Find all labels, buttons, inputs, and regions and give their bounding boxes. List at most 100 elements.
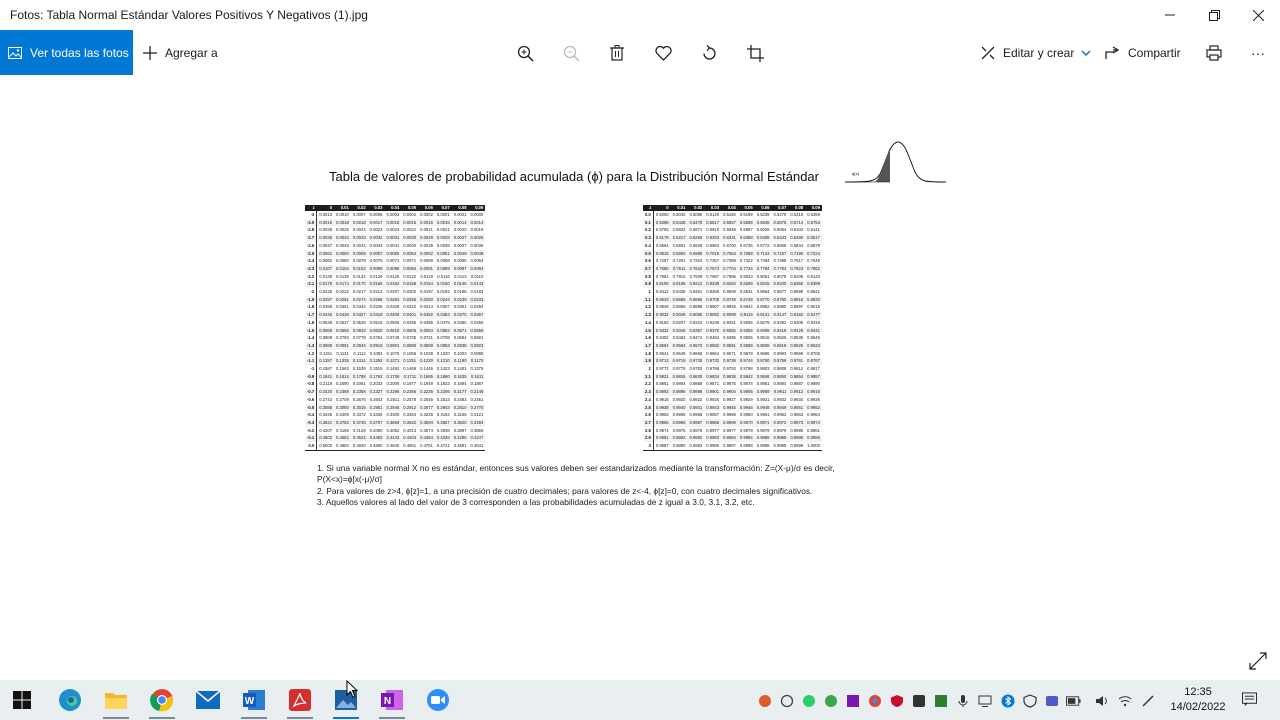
bluetooth-icon[interactable] bbox=[1000, 693, 1015, 708]
onenote-tray-icon[interactable] bbox=[845, 693, 860, 708]
onenote-icon[interactable]: N bbox=[379, 687, 405, 713]
zoom-in-button[interactable] bbox=[513, 41, 537, 65]
probability-cell: 0.4840 bbox=[384, 442, 402, 451]
table-row: -0.9 0.1841 0.1814 0.1788 0.1762 0.1736 0.1711… bbox=[305, 372, 486, 381]
probability-cell: 0.9808 bbox=[773, 366, 787, 372]
probability-cell: 0.9599 bbox=[737, 341, 755, 350]
mcafee-icon[interactable] bbox=[889, 693, 904, 708]
probability-cell: 0.8485 bbox=[706, 289, 720, 295]
probability-cell: 0.0985 bbox=[470, 350, 484, 356]
probability-cell: 0.9750 bbox=[754, 357, 772, 366]
chrome-tray-icon[interactable] bbox=[867, 693, 882, 708]
table-row: -2.7 0.0035 0.0034 0.0033 0.0032 0.0031 0.0030… bbox=[305, 234, 486, 242]
probability-cell: 0.1515 bbox=[369, 366, 383, 372]
table-row: 2.8 0.9974 0.9975 0.9976 0.9977 0.9977 0.9978 0… bbox=[643, 426, 822, 435]
probability-cell: 0.4641 bbox=[468, 442, 486, 451]
probability-cell: 0.6772 bbox=[756, 242, 770, 248]
z-value-cell: 0.2 bbox=[643, 226, 654, 235]
probability-cell: 0.9177 bbox=[805, 311, 822, 319]
z-value-cell: 1.4 bbox=[643, 318, 654, 327]
delete-button[interactable] bbox=[605, 41, 629, 65]
probability-cell: 0.9842 bbox=[737, 372, 755, 381]
probability-cell: 0.9945 bbox=[721, 403, 738, 412]
view-all-photos-button[interactable]: Ver todas las fotos bbox=[0, 30, 133, 75]
taskbar-clock[interactable]: 12:35 14/02/2022 bbox=[1160, 685, 1236, 715]
mail-icon[interactable] bbox=[195, 687, 221, 713]
probability-cell: 0.9957 bbox=[706, 412, 720, 418]
print-button[interactable] bbox=[1202, 41, 1226, 65]
notifications-button[interactable] bbox=[1242, 692, 1257, 707]
edit-create-button[interactable]: Editar y crear bbox=[980, 30, 1091, 75]
probability-cell: 0.1867 bbox=[470, 381, 484, 387]
share-button[interactable]: Compartir bbox=[1105, 30, 1181, 75]
photo-image: Tabla de valores de probabilidad acumula… bbox=[300, 136, 980, 516]
windows-start-icon[interactable] bbox=[9, 687, 35, 713]
favorite-button[interactable] bbox=[651, 41, 675, 65]
probability-cell: 0.9966 bbox=[670, 418, 688, 427]
maximize-button[interactable] bbox=[1192, 0, 1236, 30]
probability-cell: 0.6736 bbox=[739, 242, 753, 248]
probability-cell: 0.0102 bbox=[350, 264, 368, 273]
pen-icon[interactable] bbox=[1140, 693, 1155, 708]
probability-cell: 0.9904 bbox=[721, 388, 738, 396]
probability-cell: 1.0000 bbox=[805, 442, 822, 451]
tray-app-icon[interactable] bbox=[757, 693, 772, 708]
probability-cell: 0.9082 bbox=[704, 311, 722, 319]
probability-cell: 0.0455 bbox=[470, 319, 484, 325]
tray-sync-icon[interactable] bbox=[779, 693, 794, 708]
table-row: -2 0.0228 0.0222 0.0217 0.0212 0.0207 0.0202 0.… bbox=[305, 288, 485, 296]
acrobat-icon[interactable] bbox=[287, 687, 313, 713]
probability-cell: 0.9990 bbox=[670, 442, 688, 451]
probability-cell: 0.9978 bbox=[739, 427, 753, 433]
volume-icon[interactable] bbox=[1094, 693, 1109, 708]
file-explorer-icon[interactable] bbox=[103, 687, 129, 713]
teams-icon[interactable] bbox=[1044, 693, 1059, 708]
microphone-icon[interactable] bbox=[955, 693, 970, 708]
probability-cell: 0.4761 bbox=[418, 442, 435, 451]
full-screen-button[interactable] bbox=[1247, 650, 1269, 672]
probability-cell: 0.0024 bbox=[352, 227, 366, 233]
probability-cell: 0.0082 bbox=[319, 258, 333, 264]
probability-cell: 0.2877 bbox=[418, 403, 435, 412]
chrome-icon[interactable] bbox=[149, 687, 175, 713]
display-icon[interactable] bbox=[977, 693, 992, 708]
probability-cell: 0.9940 bbox=[670, 403, 688, 412]
tray-green-icon[interactable] bbox=[823, 693, 838, 708]
probability-cell: 0.0668 bbox=[316, 326, 335, 335]
probability-cell: 0.9616 bbox=[771, 341, 789, 350]
add-to-button[interactable]: Agregar a bbox=[143, 30, 218, 75]
probability-cell: 0.0174 bbox=[334, 280, 351, 289]
tray-green-square-icon[interactable] bbox=[933, 693, 948, 708]
probability-cell: 0.9911 bbox=[771, 388, 789, 396]
probability-cell: 0.9418 bbox=[771, 326, 789, 335]
probability-cell: 0.8577 bbox=[773, 289, 787, 295]
battery-icon[interactable] bbox=[1066, 693, 1081, 708]
edge-icon[interactable] bbox=[57, 687, 83, 713]
probability-cell: 0.8078 bbox=[773, 273, 787, 279]
rotate-button[interactable] bbox=[697, 41, 721, 65]
whatsapp-icon[interactable] bbox=[801, 693, 816, 708]
probability-cell: 0.0143 bbox=[468, 280, 486, 289]
probability-cell: 0.9977 bbox=[723, 427, 736, 433]
more-options-button[interactable]: ··· bbox=[1246, 41, 1270, 65]
zoom-icon[interactable] bbox=[425, 687, 451, 713]
table-row: -1.6 0.0548 0.0537 0.0526 0.0516 0.0505 0.0495… bbox=[305, 318, 485, 327]
probability-cell: 0.8770 bbox=[754, 295, 772, 304]
probability-cell: 0.9975 bbox=[672, 427, 686, 433]
probability-cell: 0.0017 bbox=[367, 218, 385, 227]
probability-cell: 0.9913 bbox=[788, 388, 806, 396]
probability-cell: 0.0113 bbox=[454, 273, 467, 279]
zoom-out-button[interactable] bbox=[559, 41, 583, 65]
probability-cell: 0.8413 bbox=[655, 289, 669, 295]
probability-cell: 0.0036 bbox=[470, 242, 484, 248]
minimize-button[interactable] bbox=[1148, 0, 1192, 30]
wifi-icon[interactable] bbox=[1117, 693, 1132, 708]
crop-button[interactable] bbox=[743, 41, 767, 65]
z-value-cell: -2.5 bbox=[305, 249, 318, 258]
word-icon[interactable]: W bbox=[241, 687, 267, 713]
tray-app-dark-icon[interactable] bbox=[911, 693, 926, 708]
security-shield-icon[interactable] bbox=[1022, 693, 1037, 708]
probability-cell: 0.0132 bbox=[352, 273, 366, 279]
close-button[interactable] bbox=[1236, 0, 1280, 30]
probability-cell: 0.0764 bbox=[369, 335, 383, 341]
